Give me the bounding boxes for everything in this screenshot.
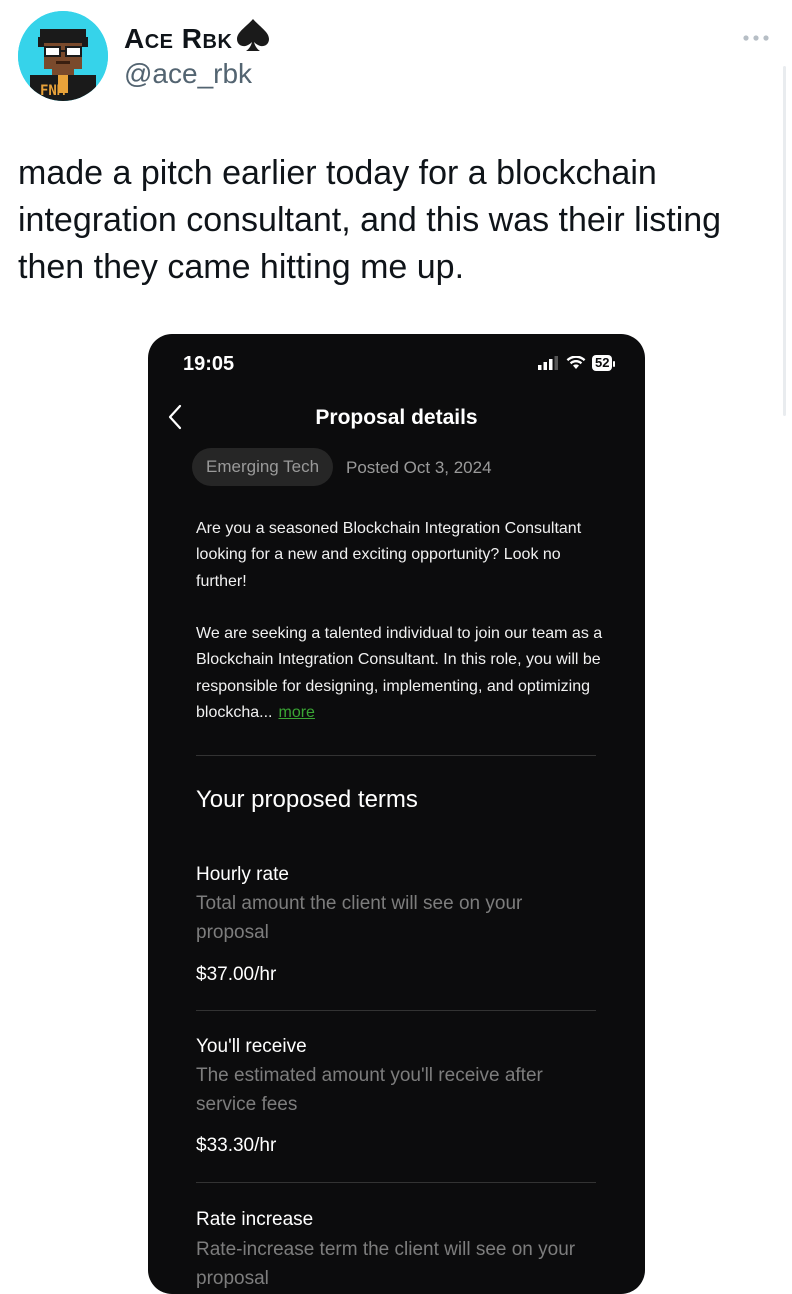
description-paragraph-2-text: We are seeking a talented individual to … — [196, 625, 603, 722]
avatar[interactable]: FNM — [18, 11, 108, 101]
rate-increase-label: Rate increase — [196, 1209, 314, 1230]
you-receive-value: $33.30/hr — [196, 1135, 277, 1156]
divider — [196, 1182, 596, 1183]
status-icons: 52 — [538, 354, 616, 372]
user-handle[interactable]: @ace_rbk — [124, 58, 252, 90]
display-name[interactable]: Ace Rbk — [124, 18, 272, 59]
divider — [196, 1010, 596, 1011]
attached-screenshot[interactable]: 19:05 52 Proposal details Emerging Tech … — [148, 334, 645, 1294]
battery-icon: 52 — [592, 354, 616, 372]
divider — [196, 755, 596, 756]
hourly-rate-value[interactable]: $37.00/hr — [196, 964, 276, 986]
you-receive-label: You'll receive — [196, 1036, 307, 1057]
you-receive-help: The estimated amount you'll receive afte… — [196, 1065, 543, 1115]
scrollbar[interactable] — [783, 66, 786, 416]
battery-level: 52 — [592, 355, 613, 371]
status-time: 19:05 — [183, 353, 235, 375]
posted-date: Posted Oct 3, 2024 — [346, 458, 492, 477]
description-paragraph-2: We are seeking a talented individual to … — [196, 621, 606, 727]
spade-icon — [234, 18, 272, 59]
wifi-icon — [566, 356, 586, 369]
signal-icon — [538, 356, 558, 370]
category-tag[interactable]: Emerging Tech — [192, 448, 334, 486]
hourly-rate-label: Hourly rate — [196, 864, 289, 885]
more-options-icon[interactable] — [742, 30, 770, 48]
tweet-text: made a pitch earlier today for a blockch… — [18, 154, 722, 286]
page-title: Proposal details — [315, 406, 478, 429]
hourly-rate-help: Total amount the client will see on your… — [196, 893, 523, 943]
description-paragraph-1: Are you a seasoned Blockchain Integratio… — [196, 520, 582, 590]
avatar-logo-text: FNM — [40, 83, 66, 99]
display-name-text: Ace Rbk — [124, 22, 233, 54]
section-title: Your proposed terms — [196, 786, 418, 813]
rate-increase-help: Rate-increase term the client will see o… — [196, 1239, 576, 1289]
more-link[interactable]: more — [278, 704, 314, 721]
